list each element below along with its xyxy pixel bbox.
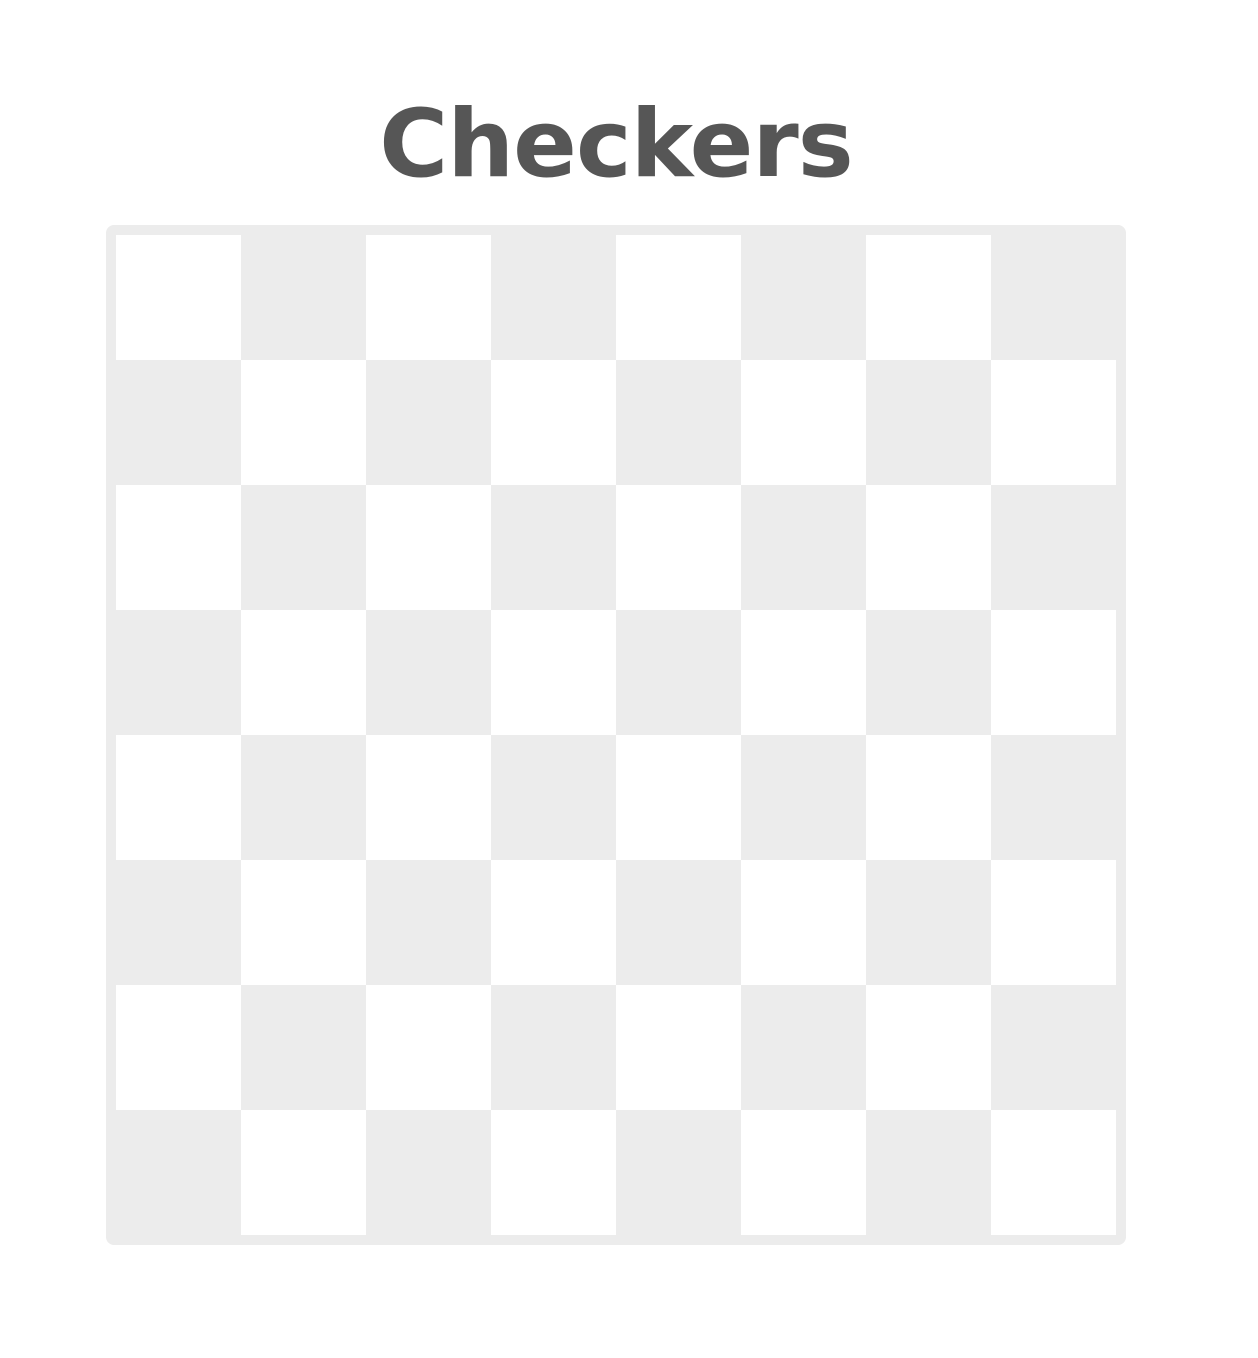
light-square (991, 1110, 1116, 1235)
light-square (116, 235, 241, 360)
light-square (991, 360, 1116, 485)
dark-square[interactable] (741, 485, 866, 610)
dark-square[interactable] (366, 610, 491, 735)
dark-square[interactable] (616, 610, 741, 735)
dark-square[interactable] (491, 735, 616, 860)
dark-square[interactable] (116, 610, 241, 735)
light-square (241, 360, 366, 485)
dark-square[interactable] (241, 485, 366, 610)
light-square (241, 610, 366, 735)
dark-square[interactable] (616, 860, 741, 985)
light-square (741, 860, 866, 985)
dark-square[interactable] (491, 485, 616, 610)
board-frame (106, 225, 1126, 1245)
dark-square[interactable] (866, 1110, 991, 1235)
dark-square[interactable] (116, 860, 241, 985)
light-square (866, 485, 991, 610)
light-square (491, 860, 616, 985)
light-square (991, 610, 1116, 735)
light-square (866, 735, 991, 860)
dark-square[interactable] (491, 235, 616, 360)
dark-square[interactable] (616, 1110, 741, 1235)
dark-square[interactable] (991, 735, 1116, 860)
light-square (616, 735, 741, 860)
light-square (491, 360, 616, 485)
dark-square[interactable] (741, 985, 866, 1110)
dark-square[interactable] (991, 235, 1116, 360)
dark-square[interactable] (991, 485, 1116, 610)
dark-square[interactable] (866, 610, 991, 735)
light-square (491, 1110, 616, 1235)
light-square (741, 610, 866, 735)
light-square (866, 235, 991, 360)
light-square (116, 485, 241, 610)
dark-square[interactable] (491, 985, 616, 1110)
dark-square[interactable] (741, 235, 866, 360)
light-square (741, 360, 866, 485)
light-square (366, 985, 491, 1110)
dark-square[interactable] (741, 735, 866, 860)
dark-square[interactable] (866, 360, 991, 485)
dark-square[interactable] (991, 985, 1116, 1110)
dark-square[interactable] (616, 360, 741, 485)
dark-square[interactable] (366, 1110, 491, 1235)
light-square (991, 860, 1116, 985)
light-square (366, 235, 491, 360)
light-square (366, 735, 491, 860)
light-square (241, 860, 366, 985)
dark-square[interactable] (241, 735, 366, 860)
light-square (116, 735, 241, 860)
light-square (616, 985, 741, 1110)
dark-square[interactable] (241, 985, 366, 1110)
checkers-board[interactable] (116, 235, 1116, 1235)
light-square (616, 485, 741, 610)
dark-square[interactable] (366, 360, 491, 485)
light-square (866, 985, 991, 1110)
dark-square[interactable] (866, 860, 991, 985)
light-square (741, 1110, 866, 1235)
light-square (491, 610, 616, 735)
game-title: Checkers (379, 90, 853, 199)
dark-square[interactable] (116, 1110, 241, 1235)
light-square (241, 1110, 366, 1235)
dark-square[interactable] (116, 360, 241, 485)
light-square (616, 235, 741, 360)
dark-square[interactable] (241, 235, 366, 360)
light-square (116, 985, 241, 1110)
light-square (366, 485, 491, 610)
dark-square[interactable] (366, 860, 491, 985)
